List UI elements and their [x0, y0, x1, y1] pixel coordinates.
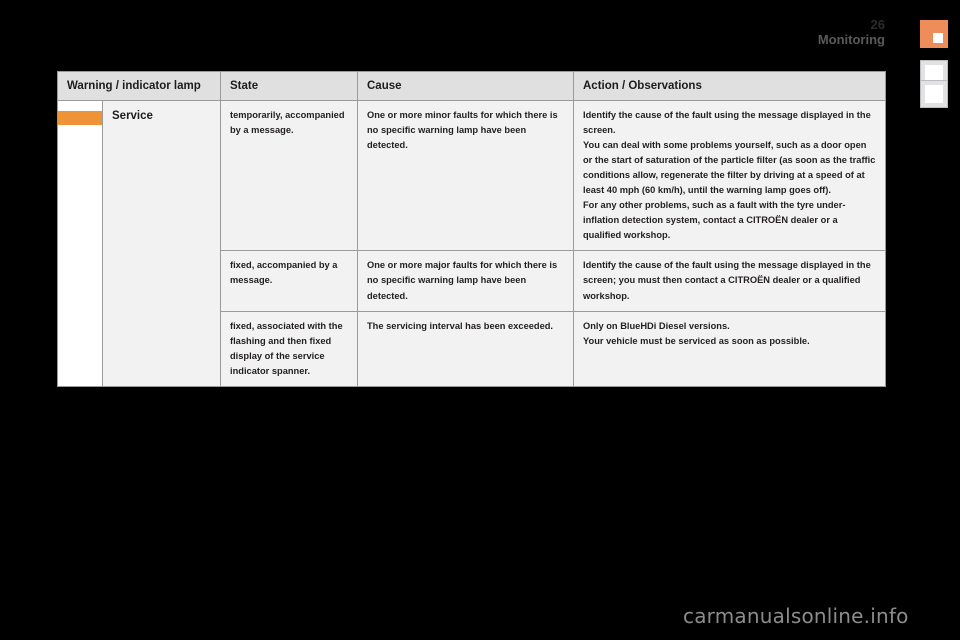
row-1-action-line-3: For any other problems, such as a fault … — [583, 200, 846, 241]
page-number: 26 — [870, 17, 885, 32]
column-header-action: Action / Observations — [573, 71, 886, 101]
row-2-action-line-1: Identify the cause of the fault using th… — [583, 260, 871, 301]
row-3-action-line-1: Only on BlueHDi Diesel versions. — [583, 320, 730, 331]
service-warning-lamp-icon — [58, 111, 102, 125]
column-header-state: State — [220, 71, 358, 101]
row-3-action-line-2: Your vehicle must be serviced as soon as… — [583, 335, 810, 346]
chapter-title: Monitoring — [817, 32, 885, 47]
chapter-tab-active[interactable] — [920, 20, 948, 48]
row-1-state: temporarily, accompanied by a message. — [220, 99, 358, 252]
lamp-label-service: Service — [102, 100, 221, 387]
row-2-state: fixed, accompanied by a message. — [220, 250, 358, 312]
row-1-cause: One or more minor faults for which there… — [357, 99, 574, 252]
page-header: 26 Monitoring — [685, 18, 885, 46]
row-3-action: Only on BlueHDi Diesel versions. Your ve… — [573, 310, 886, 387]
tab-active-inner-square — [933, 33, 943, 43]
table-row: Service temporarily, accompanied by a me… — [57, 99, 886, 387]
row-2-cause: One or more major faults for which there… — [357, 250, 574, 312]
service-lamp-cell — [57, 100, 103, 387]
column-header-warning-lamp: Warning / indicator lamp — [57, 71, 221, 101]
chapter-tab-3[interactable] — [920, 80, 948, 108]
row-1-action-line-2: You can deal with some problems yourself… — [583, 140, 876, 196]
site-watermark: carmanualsonline.info — [683, 604, 909, 628]
row-2-action: Identify the cause of the fault using th… — [573, 250, 886, 312]
tab-3-inner-square — [925, 85, 943, 103]
column-header-cause: Cause — [357, 71, 574, 101]
row-3-cause: The servicing interval has been exceeded… — [357, 310, 574, 387]
row-3-state: fixed, associated with the flashing and … — [220, 310, 358, 387]
warning-lamp-table: Warning / indicator lamp State Cause Act… — [57, 71, 886, 387]
row-1-action-line-1: Identify the cause of the fault using th… — [583, 110, 871, 136]
table-header-row: Warning / indicator lamp State Cause Act… — [57, 71, 886, 101]
row-1-action: Identify the cause of the fault using th… — [573, 99, 886, 252]
